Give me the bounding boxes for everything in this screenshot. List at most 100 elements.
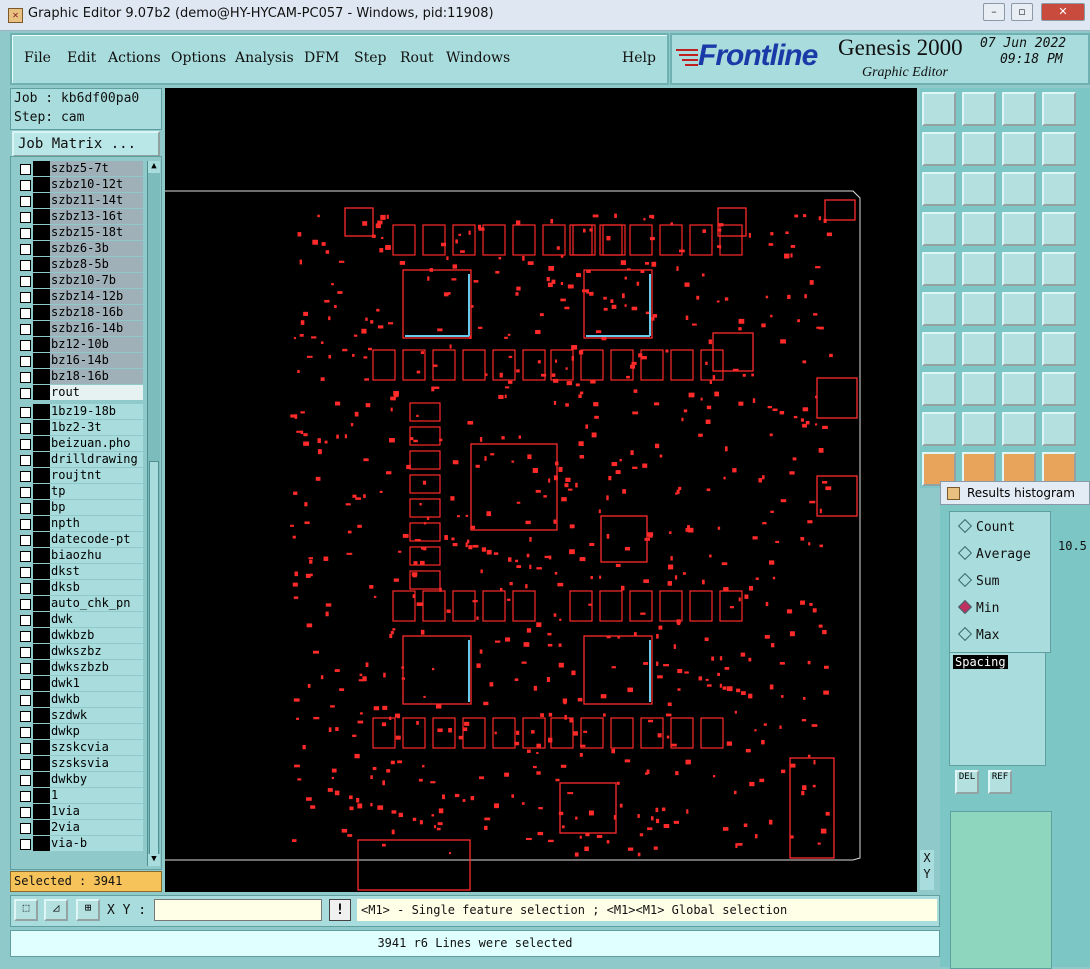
- layer-checkbox[interactable]: [20, 292, 31, 303]
- minimize-button[interactable]: –: [983, 3, 1005, 21]
- layer-checkbox[interactable]: [20, 791, 31, 802]
- cross-icon[interactable]: [962, 292, 996, 326]
- layer-row[interactable]: 1: [15, 788, 143, 803]
- layer-checkbox[interactable]: [20, 196, 31, 207]
- layer-checkbox[interactable]: [20, 519, 31, 530]
- layer-row[interactable]: 1bz19-18b: [15, 404, 143, 419]
- layer-row[interactable]: szdwk: [15, 708, 143, 723]
- xy-coordinate-input[interactable]: [154, 899, 322, 921]
- layer-row[interactable]: bz12-10b: [15, 337, 143, 352]
- line-icon[interactable]: [962, 332, 996, 366]
- route-alt-icon[interactable]: [1042, 292, 1076, 326]
- fit-view-icon[interactable]: [962, 172, 996, 206]
- layer-row[interactable]: biaozhu: [15, 548, 143, 563]
- connect-icon[interactable]: [922, 292, 956, 326]
- layer-checkbox[interactable]: [20, 423, 31, 434]
- layer-checkbox[interactable]: [20, 663, 31, 674]
- layer-row[interactable]: beizuan.pho: [15, 436, 143, 451]
- layer-checkbox[interactable]: [20, 695, 31, 706]
- radio-max[interactable]: Max: [957, 626, 999, 643]
- scroll-up-icon[interactable]: ▲: [148, 161, 160, 173]
- job-matrix-button[interactable]: Job Matrix ...: [12, 131, 160, 157]
- tools-icon[interactable]: [922, 212, 956, 246]
- menu-edit[interactable]: Edit: [67, 50, 96, 66]
- close-button[interactable]: ✕: [1041, 3, 1085, 21]
- layer-row[interactable]: drilldrawing: [15, 452, 143, 467]
- layer-row[interactable]: bz18-16b: [15, 369, 143, 384]
- radio-sum[interactable]: Sum: [957, 572, 999, 589]
- maximize-button[interactable]: ▫: [1011, 3, 1033, 21]
- menu-actions[interactable]: Actions: [108, 50, 161, 66]
- select-point-icon[interactable]: [922, 252, 956, 286]
- layer-checkbox[interactable]: [20, 340, 31, 351]
- layer-checkbox[interactable]: [20, 679, 31, 690]
- layer-row[interactable]: dwkb: [15, 692, 143, 707]
- graphic-canvas[interactable]: [165, 88, 917, 892]
- layer-row[interactable]: szbz18-16b: [15, 305, 143, 320]
- layer-checkbox[interactable]: [20, 807, 31, 818]
- histogram-list[interactable]: Spacing: [949, 652, 1046, 766]
- radio-min[interactable]: Min: [957, 599, 999, 616]
- layer-checkbox[interactable]: [20, 388, 31, 399]
- layer-checkbox[interactable]: [20, 727, 31, 738]
- radio-count[interactable]: Count: [957, 518, 1015, 535]
- layer-checkbox[interactable]: [20, 775, 31, 786]
- menu-windows[interactable]: Windows: [446, 50, 510, 66]
- layer-row[interactable]: 1bz2-3t: [15, 420, 143, 435]
- layer-row[interactable]: rout: [15, 385, 143, 400]
- layer-checkbox[interactable]: [20, 599, 31, 610]
- layer-row[interactable]: dwk: [15, 612, 143, 627]
- layer-checkbox[interactable]: [20, 407, 31, 418]
- select-pad-icon[interactable]: [1042, 252, 1076, 286]
- layer-row[interactable]: dwk1: [15, 676, 143, 691]
- menu-step[interactable]: Step: [354, 50, 386, 66]
- layer-checkbox[interactable]: [20, 455, 31, 466]
- layer-checkbox[interactable]: [20, 839, 31, 850]
- list-item[interactable]: Spacing: [953, 655, 1008, 669]
- layer-checkbox[interactable]: [20, 503, 31, 514]
- delete-button[interactable]: DEL: [955, 770, 979, 794]
- layer-checkbox[interactable]: [20, 356, 31, 367]
- layer-checkbox[interactable]: [20, 180, 31, 191]
- layer-row[interactable]: szbz5-7t: [15, 161, 143, 176]
- layer-checkbox[interactable]: [20, 615, 31, 626]
- grid-snap-icon[interactable]: ⊞: [76, 899, 100, 921]
- layer-row[interactable]: dwkszbzb: [15, 660, 143, 675]
- ref-button[interactable]: REF: [988, 770, 1012, 794]
- scroll-down-icon[interactable]: ▼: [148, 854, 160, 866]
- measure-icon[interactable]: [1042, 412, 1076, 446]
- layer-row[interactable]: tp: [15, 484, 143, 499]
- net-red-icon[interactable]: [1002, 212, 1036, 246]
- mirror-icon[interactable]: [1002, 132, 1036, 166]
- layer-row[interactable]: auto_chk_pn: [15, 596, 143, 611]
- layer-row[interactable]: 2via: [15, 820, 143, 835]
- grid-icon[interactable]: [962, 212, 996, 246]
- pan-right-icon[interactable]: [962, 132, 996, 166]
- layer-checkbox[interactable]: [20, 471, 31, 482]
- scroll-thumb[interactable]: [149, 461, 159, 861]
- layer-row[interactable]: datecode-pt: [15, 532, 143, 547]
- layer-checkbox[interactable]: [20, 308, 31, 319]
- layer-up-icon[interactable]: [922, 92, 956, 126]
- fit-frame-icon[interactable]: [1002, 372, 1036, 406]
- layer-row[interactable]: szbz10-12t: [15, 177, 143, 192]
- bridge-icon[interactable]: [1002, 412, 1036, 446]
- menu-rout[interactable]: Rout: [400, 50, 434, 66]
- fit-all-icon[interactable]: [922, 172, 956, 206]
- move-icon[interactable]: [962, 372, 996, 406]
- zoom-window-icon[interactable]: ⬚: [14, 899, 38, 921]
- layer-row[interactable]: 1via: [15, 804, 143, 819]
- help-query-icon[interactable]: [1042, 172, 1076, 206]
- layer-checkbox[interactable]: [20, 551, 31, 562]
- layer-checkbox[interactable]: [20, 372, 31, 383]
- measure-icon[interactable]: ◿: [44, 899, 68, 921]
- layer-checkbox[interactable]: [20, 487, 31, 498]
- layer-row[interactable]: via-b: [15, 836, 143, 851]
- layer-checkbox[interactable]: [20, 439, 31, 450]
- layer-row[interactable]: dkst: [15, 564, 143, 579]
- layer-row[interactable]: szsksvia: [15, 756, 143, 771]
- layer-checkbox[interactable]: [20, 759, 31, 770]
- layer-checkbox[interactable]: [20, 260, 31, 271]
- snap-icon[interactable]: [922, 372, 956, 406]
- layer-row[interactable]: roujtnt: [15, 468, 143, 483]
